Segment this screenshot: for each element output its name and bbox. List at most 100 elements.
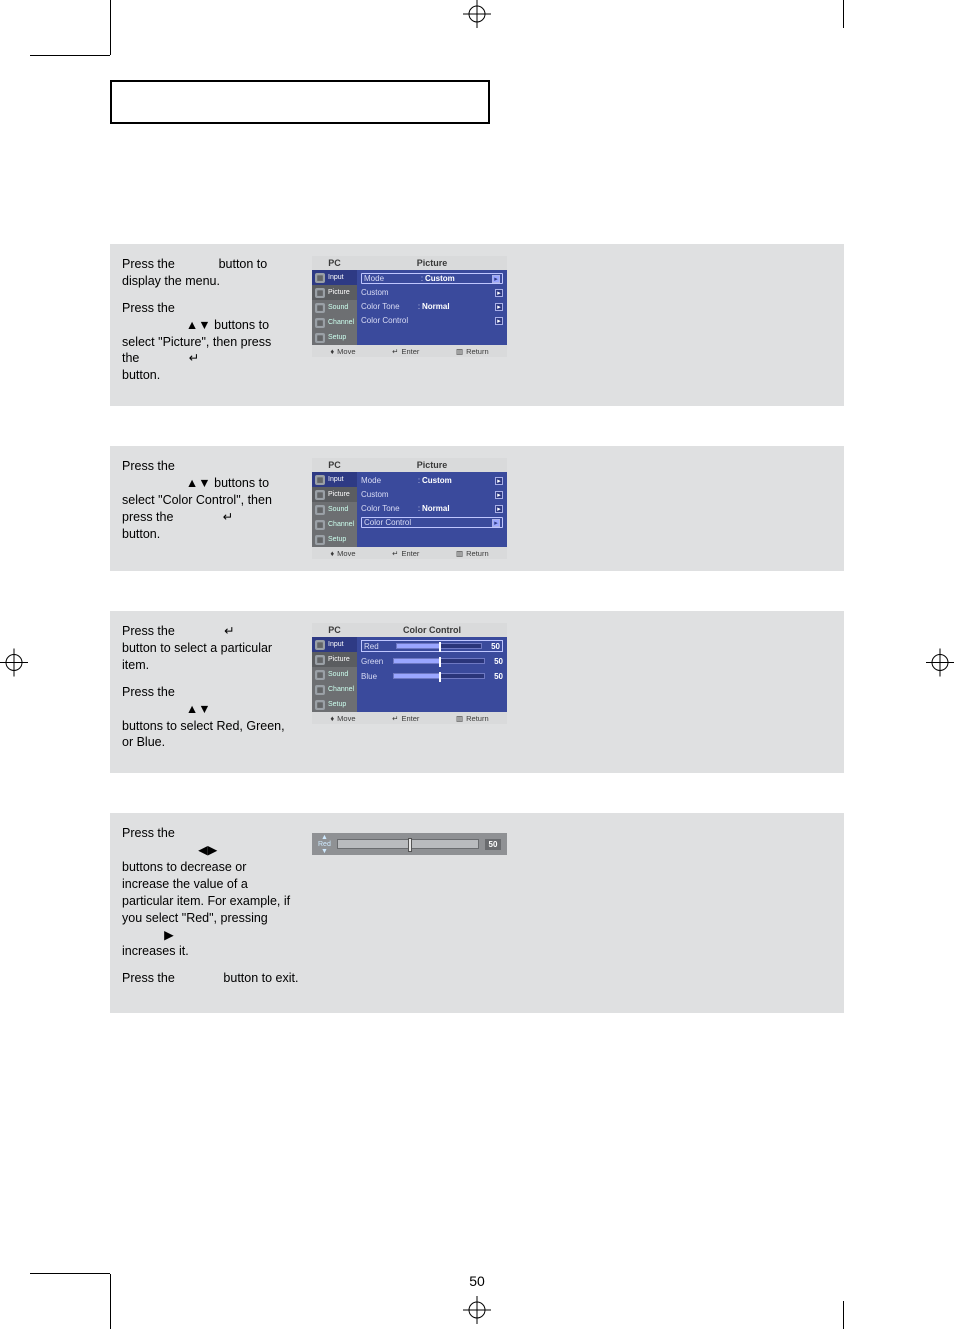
- step-1-text-2: Press the UP/DOWN ▲▼ buttons to select "…: [122, 300, 292, 384]
- tab-icon: ▦: [315, 475, 325, 485]
- osd-source-label: PC: [312, 625, 357, 635]
- osd-row-label: Color Control: [364, 518, 419, 527]
- osd-menu-3: PC Color Control ▦Input▦Picture▦Sound▦Ch…: [312, 623, 507, 761]
- osd-row-mode[interactable]: Mode:Custom▸: [361, 273, 503, 284]
- osd-row-color-control[interactable]: Color Control▸: [361, 517, 503, 528]
- osd-tab-setup[interactable]: ▦Setup: [312, 697, 357, 712]
- osd-tab-setup[interactable]: ▦Setup: [312, 532, 357, 547]
- chevron-right-icon: ▸: [495, 317, 503, 325]
- chevron-right-icon: ▸: [492, 275, 500, 283]
- osd-row-label: Color Tone: [361, 504, 416, 513]
- tab-icon: ▦: [315, 303, 325, 313]
- osd-footer-move: ♦Move: [330, 714, 355, 723]
- tab-icon: ▦: [315, 333, 325, 343]
- osd-footer-enter: ↵Enter: [392, 549, 419, 558]
- osd-row-custom[interactable]: Custom ▸: [361, 287, 503, 298]
- color-slider-track[interactable]: [393, 672, 485, 680]
- right-glyph: ▶: [164, 928, 174, 942]
- step-2-text-1: Press the UP/DOWN ▲▼ buttons to select "…: [122, 458, 292, 542]
- osd-row-label: Color Control: [361, 316, 416, 325]
- chevron-right-icon: ▸: [495, 303, 503, 311]
- osd-title: Picture: [357, 460, 507, 470]
- enter-glyph: ↵: [224, 624, 234, 638]
- osd-tab-sound[interactable]: ▦Sound: [312, 667, 357, 682]
- osd-row-custom[interactable]: Custom▸: [361, 489, 503, 500]
- tab-icon: ▦: [315, 490, 325, 500]
- step-3-text-1: Press the ENTER ↵ button to select a par…: [122, 623, 292, 674]
- osd-row-value: Normal: [422, 302, 495, 311]
- step-4-block: Press the LEFT/RIGHT ◀▶ buttons to decre…: [110, 813, 844, 1013]
- color-slider-track[interactable]: [393, 657, 485, 665]
- osd-tab-label: Sound: [328, 671, 348, 678]
- crop-mark: [110, 1274, 111, 1329]
- step-4-text-1: Press the LEFT/RIGHT ◀▶ buttons to decre…: [122, 825, 292, 960]
- osd-tab-channel[interactable]: ▦Channel: [312, 315, 357, 330]
- osd-menu-2: PC Picture ▦Input▦Picture▦Sound▦Channel▦…: [312, 458, 507, 559]
- osd-row-value: Custom: [422, 476, 495, 485]
- color-slider-thumb[interactable]: [439, 672, 441, 682]
- color-slider-track[interactable]: [396, 642, 482, 650]
- enter-glyph: ↵: [223, 510, 233, 524]
- osd-tab-sound[interactable]: ▦Sound: [312, 502, 357, 517]
- osd-row-label: Custom: [361, 288, 416, 297]
- osd-tab-picture[interactable]: ▦Picture: [312, 285, 357, 300]
- tab-icon: ▦: [315, 685, 325, 695]
- tab-icon: ▦: [315, 535, 325, 545]
- step-3-text-2: Press the UP/DOWN ▲▼ buttons to select R…: [122, 684, 292, 752]
- up-down-glyph: ▲▼: [186, 318, 211, 332]
- crop-mark: [30, 55, 110, 56]
- osd-row-label: Mode: [364, 274, 419, 283]
- color-slider-thumb[interactable]: [439, 642, 441, 652]
- crop-mark: [843, 0, 844, 28]
- step-1-block: Press the MENU button to display the men…: [110, 244, 844, 406]
- tab-icon: ▦: [315, 505, 325, 515]
- up-arrow-icon: ▲: [321, 834, 328, 841]
- osd-tab-input[interactable]: ▦Input: [312, 270, 357, 285]
- osd-tab-picture[interactable]: ▦Picture: [312, 652, 357, 667]
- page-number: 50: [469, 1273, 485, 1289]
- crop-mark: [843, 1301, 844, 1329]
- step-3-block: Press the ENTER ↵ button to select a par…: [110, 611, 844, 773]
- osd-row-value: Custom: [425, 274, 492, 283]
- color-row-value: 50: [489, 657, 503, 666]
- osd-footer-move: ♦Move: [330, 549, 355, 558]
- color-row-red[interactable]: Red50: [361, 640, 503, 652]
- red-slider-track[interactable]: [337, 839, 479, 849]
- osd-row-color-tone[interactable]: Color Tone:Normal▸: [361, 301, 503, 312]
- color-row-label: Blue: [361, 672, 389, 681]
- tab-icon: ▦: [315, 655, 325, 665]
- osd-row-value: Normal: [422, 504, 495, 513]
- chevron-right-icon: ▸: [495, 289, 503, 297]
- osd-tab-sound[interactable]: ▦Sound: [312, 300, 357, 315]
- color-slider-thumb[interactable]: [439, 657, 441, 667]
- register-mark-bottom: [463, 1296, 491, 1329]
- osd-tab-channel[interactable]: ▦Channel: [312, 682, 357, 697]
- osd-row-color-control[interactable]: Color Control ▸: [361, 315, 503, 326]
- osd-row-mode[interactable]: Mode:Custom▸: [361, 475, 503, 486]
- osd-menu-1: PC Picture ▦Input▦Picture▦Sound▦Channel▦…: [312, 256, 507, 394]
- red-slider-thumb[interactable]: [408, 838, 412, 852]
- tab-icon: ▦: [315, 520, 325, 530]
- enter-glyph: ↵: [189, 351, 199, 365]
- color-row-value: 50: [489, 672, 503, 681]
- color-row-blue[interactable]: Blue 50: [361, 670, 503, 682]
- color-row-green[interactable]: Green50: [361, 655, 503, 667]
- osd-tab-input[interactable]: ▦Input: [312, 472, 357, 487]
- osd-tab-input[interactable]: ▦Input: [312, 637, 357, 652]
- osd-tab-setup[interactable]: ▦Setup: [312, 330, 357, 345]
- osd-tab-label: Picture: [328, 491, 350, 498]
- osd-tab-channel[interactable]: ▦Channel: [312, 517, 357, 532]
- osd-tab-label: Sound: [328, 506, 348, 513]
- osd-row-label: Custom: [361, 490, 416, 499]
- chevron-right-icon: ▸: [495, 477, 503, 485]
- osd-footer-move: ♦Move: [330, 347, 355, 356]
- osd-row-color-tone[interactable]: Color Tone:Normal▸: [361, 503, 503, 514]
- tab-icon: ▦: [315, 318, 325, 328]
- osd-tab-picture[interactable]: ▦Picture: [312, 487, 357, 502]
- register-mark-left: [0, 648, 28, 681]
- osd-row-label: Mode: [361, 476, 416, 485]
- color-row-label: Red: [364, 642, 392, 651]
- osd-title: Color Control: [357, 625, 507, 635]
- osd-footer-enter: ↵Enter: [392, 714, 419, 723]
- osd-tab-label: Picture: [328, 656, 350, 663]
